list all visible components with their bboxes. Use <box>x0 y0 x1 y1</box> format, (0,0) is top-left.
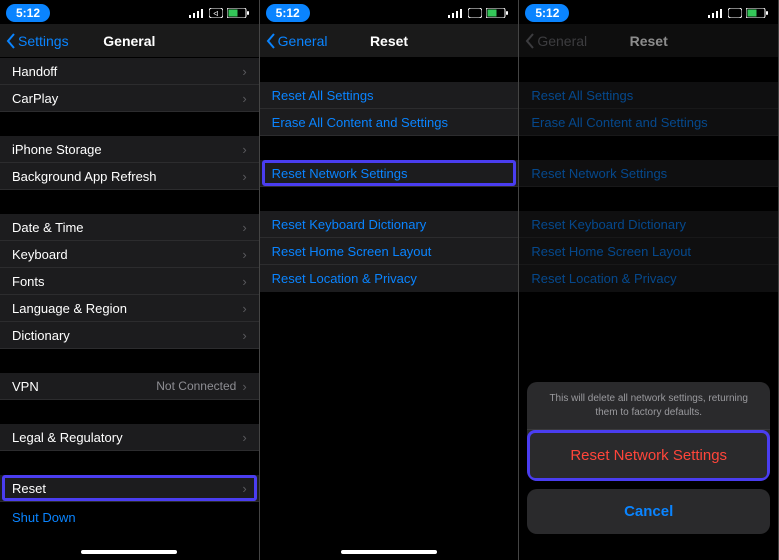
chevron-right-icon: › <box>242 481 246 496</box>
vpn-icon: ᐊ <box>209 8 223 18</box>
chevron-right-icon: › <box>242 274 246 289</box>
chevron-right-icon: › <box>242 379 246 394</box>
chevron-right-icon: › <box>242 64 246 79</box>
row-dictionary[interactable]: Dictionary› <box>0 322 259 349</box>
cancel-button[interactable]: Cancel <box>527 489 770 534</box>
reset-list-dimmed: Reset All Settings Erase All Content and… <box>519 58 778 292</box>
action-sheet: This will delete all network settings, r… <box>527 382 770 542</box>
chevron-right-icon: › <box>242 91 246 106</box>
confirm-reset-network-button[interactable]: Reset Network Settings <box>527 430 770 481</box>
vpn-status: Not Connected <box>156 379 236 393</box>
section-gap <box>260 58 519 82</box>
row-erase-all: Erase All Content and Settings <box>519 109 778 136</box>
row-reset-all: Reset All Settings <box>519 82 778 109</box>
vpn-icon <box>468 8 482 18</box>
screen-reset: 5:12 General Reset Reset All Settings Er… <box>260 0 520 560</box>
nav-bar: Settings General <box>0 24 259 58</box>
status-bar: 5:12 <box>519 0 778 24</box>
status-time: 5:12 <box>266 4 310 22</box>
row-iphone-storage[interactable]: iPhone Storage› <box>0 136 259 163</box>
back-label: General <box>537 33 587 49</box>
status-time: 5:12 <box>6 4 50 22</box>
chevron-right-icon: › <box>242 220 246 235</box>
back-button[interactable]: General <box>266 33 328 49</box>
nav-bar: General Reset <box>260 24 519 58</box>
row-reset-home-layout: Reset Home Screen Layout <box>519 238 778 265</box>
chevron-right-icon: › <box>242 430 246 445</box>
status-time: 5:12 <box>525 4 569 22</box>
section-gap <box>260 187 519 211</box>
back-label: Settings <box>18 33 69 49</box>
svg-text:ᐊ: ᐊ <box>213 11 218 18</box>
row-reset-keyboard-dict: Reset Keyboard Dictionary <box>519 211 778 238</box>
nav-bar: General Reset <box>519 24 778 58</box>
row-reset-location: Reset Location & Privacy <box>519 265 778 292</box>
row-keyboard[interactable]: Keyboard› <box>0 241 259 268</box>
section-gap <box>519 136 778 160</box>
chevron-right-icon: › <box>242 247 246 262</box>
section-gap <box>0 349 259 373</box>
status-icons: ᐊ <box>189 8 249 18</box>
screen-general: 5:12 ᐊ Settings General Handoff› CarPlay… <box>0 0 260 560</box>
reset-list: Reset All Settings Erase All Content and… <box>260 58 519 292</box>
row-reset-location[interactable]: Reset Location & Privacy <box>260 265 519 292</box>
section-gap <box>0 451 259 475</box>
chevron-left-icon <box>6 33 16 49</box>
screen-reset-confirm: 5:12 General Reset Reset All Settings Er… <box>519 0 779 560</box>
home-indicator[interactable] <box>341 550 437 554</box>
row-language-region[interactable]: Language & Region› <box>0 295 259 322</box>
row-reset-network: Reset Network Settings <box>519 160 778 187</box>
settings-list: Handoff› CarPlay› iPhone Storage› Backgr… <box>0 58 259 529</box>
section-gap <box>0 190 259 214</box>
row-erase-all[interactable]: Erase All Content and Settings <box>260 109 519 136</box>
row-fonts[interactable]: Fonts› <box>0 268 259 295</box>
chevron-right-icon: › <box>242 301 246 316</box>
nav-title: Reset <box>630 33 668 49</box>
vpn-icon <box>728 8 742 18</box>
row-reset-keyboard-dict[interactable]: Reset Keyboard Dictionary <box>260 211 519 238</box>
action-sheet-main: This will delete all network settings, r… <box>527 382 770 481</box>
chevron-left-icon <box>525 33 535 49</box>
section-gap <box>0 112 259 136</box>
row-date-time[interactable]: Date & Time› <box>0 214 259 241</box>
battery-icon <box>486 8 508 18</box>
row-shutdown[interactable]: Shut Down <box>0 502 259 529</box>
back-label: General <box>278 33 328 49</box>
row-reset-home-layout[interactable]: Reset Home Screen Layout <box>260 238 519 265</box>
status-icons <box>708 8 768 18</box>
section-gap <box>519 58 778 82</box>
status-icons <box>448 8 508 18</box>
row-background-refresh[interactable]: Background App Refresh› <box>0 163 259 190</box>
back-button: General <box>525 33 587 49</box>
battery-icon <box>227 8 249 18</box>
row-handoff[interactable]: Handoff› <box>0 58 259 85</box>
status-bar: 5:12 <box>260 0 519 24</box>
row-legal[interactable]: Legal & Regulatory› <box>0 424 259 451</box>
nav-title: Reset <box>370 33 408 49</box>
row-reset-network[interactable]: Reset Network Settings <box>260 160 519 187</box>
chevron-right-icon: › <box>242 169 246 184</box>
back-button[interactable]: Settings <box>6 33 69 49</box>
section-gap <box>0 400 259 424</box>
action-sheet-message: This will delete all network settings, r… <box>527 382 770 430</box>
signal-icon <box>448 8 464 18</box>
chevron-right-icon: › <box>242 328 246 343</box>
home-indicator[interactable] <box>81 550 177 554</box>
row-carplay[interactable]: CarPlay› <box>0 85 259 112</box>
action-sheet-cancel-group: Cancel <box>527 489 770 534</box>
row-reset[interactable]: Reset› <box>0 475 259 502</box>
battery-icon <box>746 8 768 18</box>
section-gap <box>260 136 519 160</box>
chevron-right-icon: › <box>242 142 246 157</box>
signal-icon <box>189 8 205 18</box>
section-gap <box>519 187 778 211</box>
status-bar: 5:12 ᐊ <box>0 0 259 24</box>
row-reset-all[interactable]: Reset All Settings <box>260 82 519 109</box>
nav-title: General <box>103 33 155 49</box>
signal-icon <box>708 8 724 18</box>
chevron-left-icon <box>266 33 276 49</box>
row-vpn[interactable]: VPNNot Connected› <box>0 373 259 400</box>
